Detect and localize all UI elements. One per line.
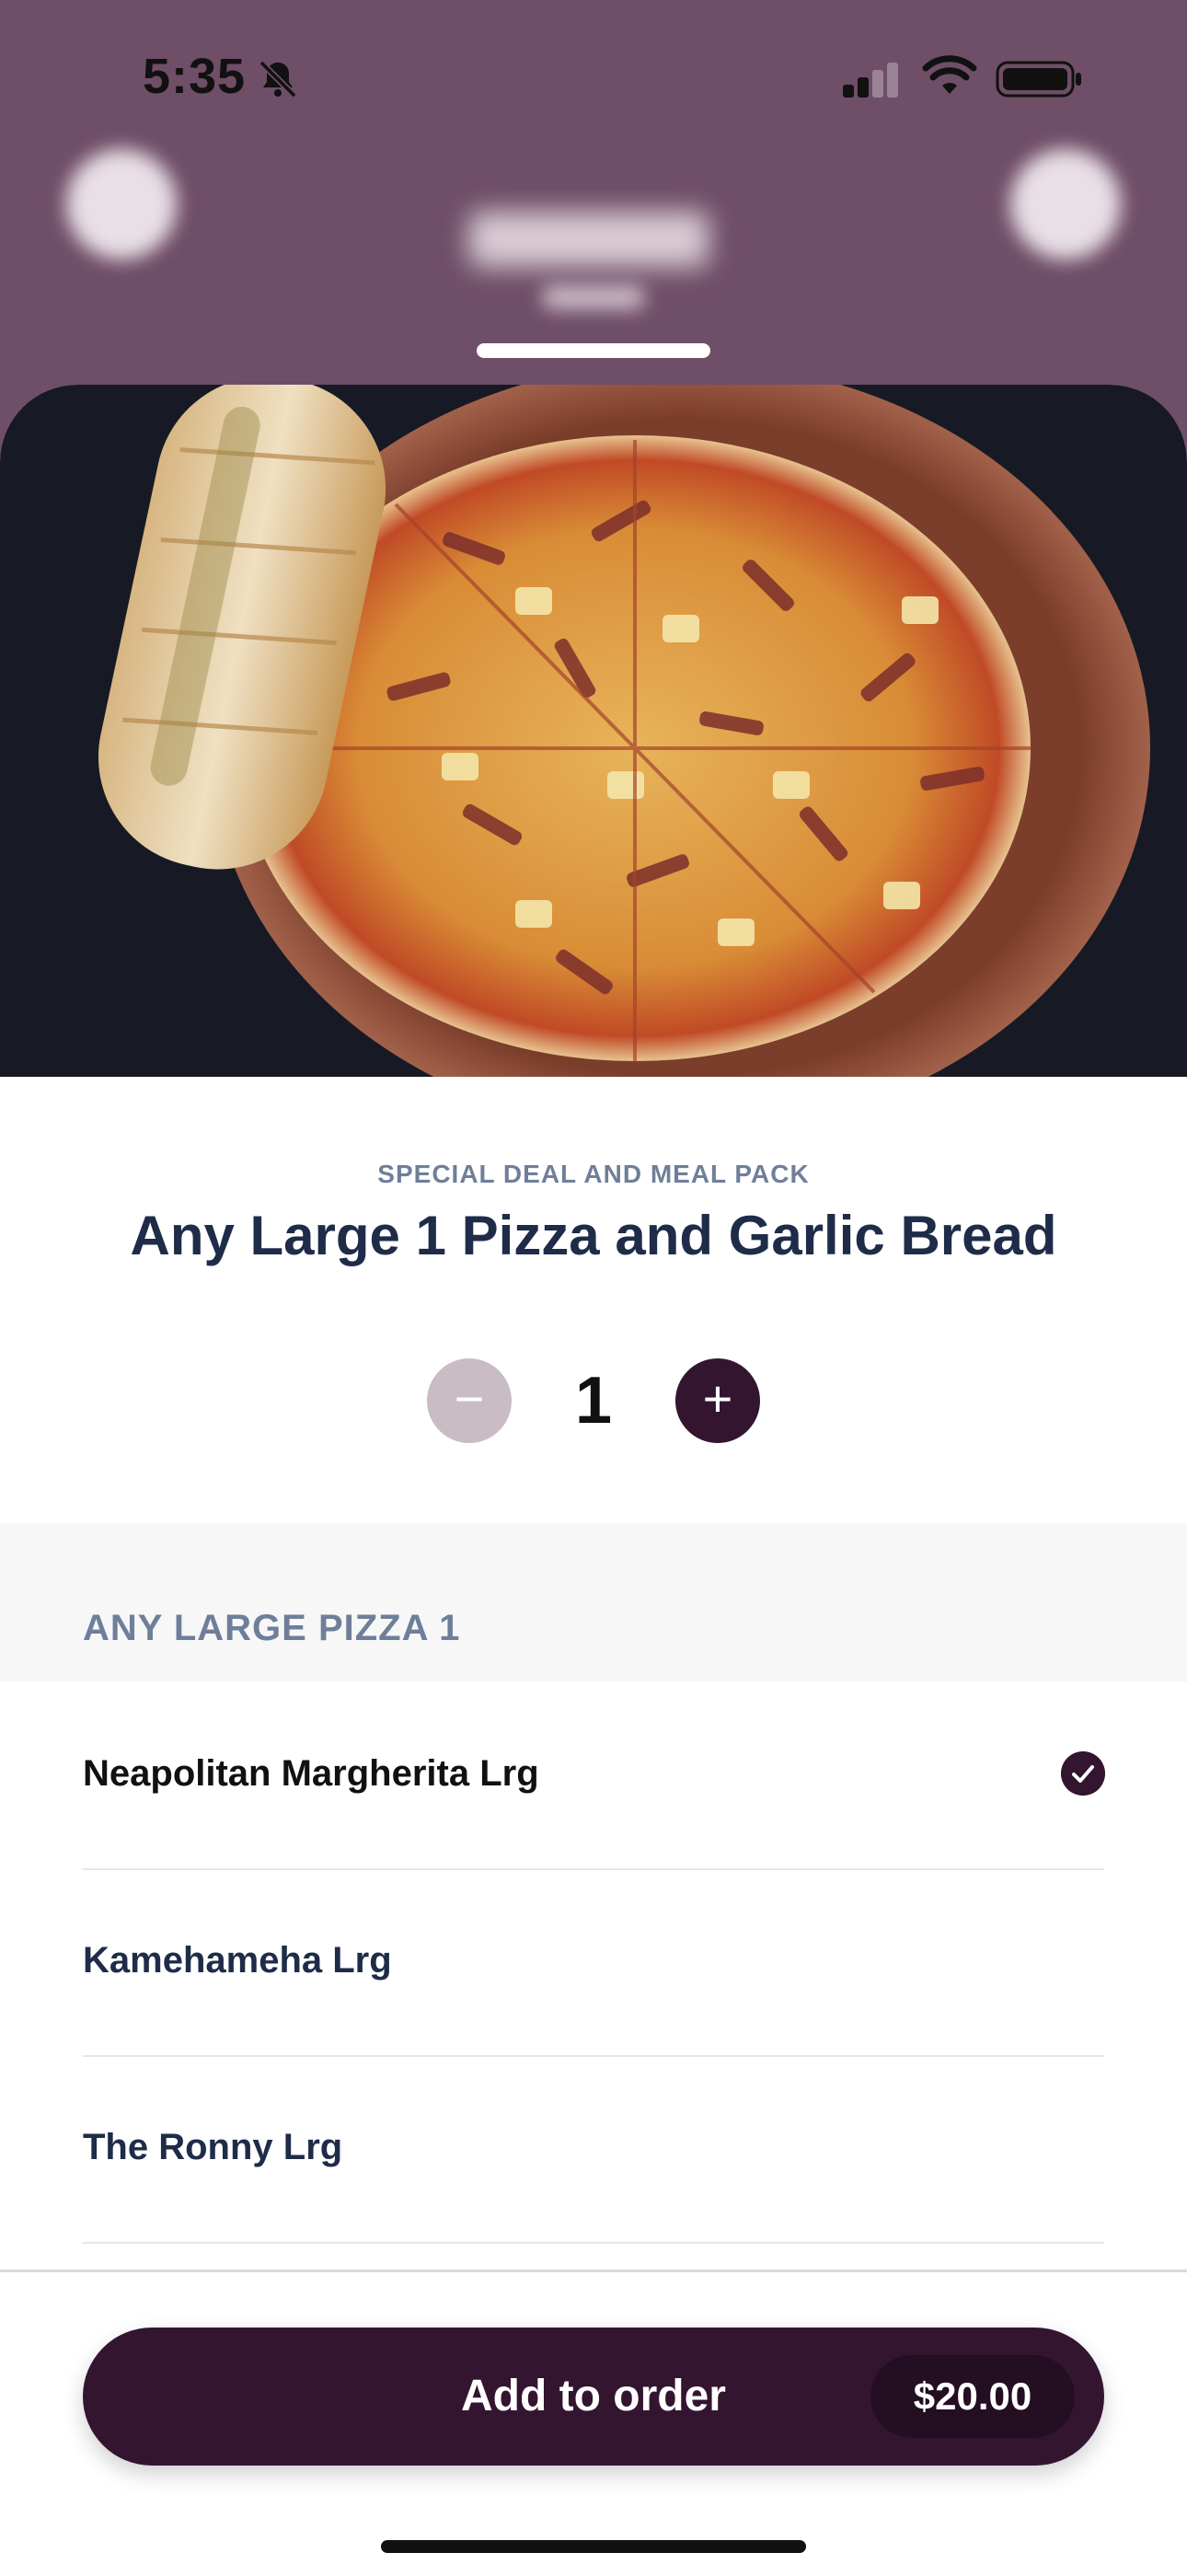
action-button-blurred [1010,149,1121,260]
quantity-stepper: − 1 + [0,1358,1187,1443]
product-category: SPECIAL DEAL AND MEAL PACK [377,1160,810,1188]
option-the-ronny[interactable]: The Ronny Lrg [83,2055,1104,2244]
section-header: ANY LARGE PIZZA 1 [0,1523,1187,1681]
wifi-icon [922,55,977,94]
order-price: $20.00 [870,2355,1075,2438]
option-neapolitan-margherita[interactable]: Neapolitan Margherita Lrg [83,1681,1105,1870]
product-sheet: SPECIAL DEAL AND MEAL PACK Any Large 1 P… [0,385,1187,2573]
pizza-photo [0,385,1187,1077]
quantity-value: 1 [574,1364,613,1438]
back-button-blurred [66,149,177,260]
option-label: Neapolitan Margherita Lrg [83,1753,539,1794]
option-label: Kamehameha Lrg [83,1940,392,1981]
home-indicator [381,2540,806,2553]
sheet-grabber[interactable] [477,343,710,358]
bottom-action-bar: Add to order $20.00 [0,2270,1187,2576]
blurred-store-title [469,212,709,267]
section-title: ANY LARGE PIZZA 1 [83,1608,461,1648]
product-title: Any Large 1 Pizza and Garlic Bread [130,1205,1057,1266]
option-label: The Ronny Lrg [83,2127,343,2167]
checkmark-icon [1061,1751,1105,1796]
status-time: 5:35 [143,49,247,104]
increase-quantity-button[interactable]: + [675,1358,760,1443]
status-bar: 5:35 [0,0,1187,156]
bell-slash-icon [259,60,297,98]
battery-icon [996,61,1081,98]
decrease-quantity-button[interactable]: − [427,1358,512,1443]
add-to-order-button[interactable]: Add to order $20.00 [83,2328,1104,2466]
option-kamehameha[interactable]: Kamehameha Lrg [83,1868,1104,2057]
blurred-store-subtitle [543,285,644,309]
cellular-signal-icon [843,63,898,98]
